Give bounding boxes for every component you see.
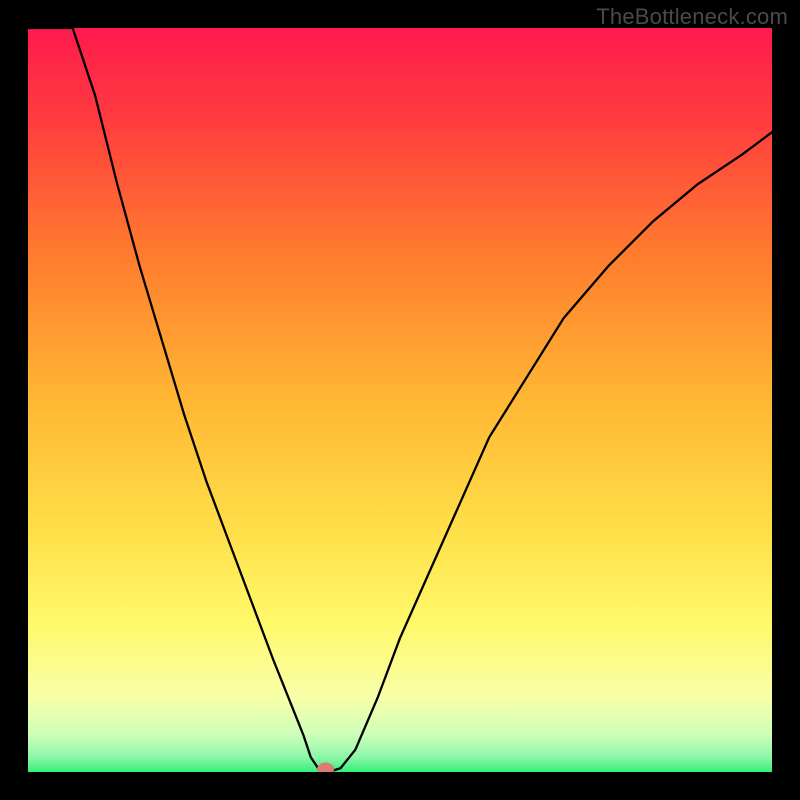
optimal-point-marker [318,763,334,772]
gradient-background [28,28,772,772]
bottleneck-chart [28,28,772,772]
watermark-text: TheBottleneck.com [596,4,788,30]
chart-frame: TheBottleneck.com [0,0,800,800]
